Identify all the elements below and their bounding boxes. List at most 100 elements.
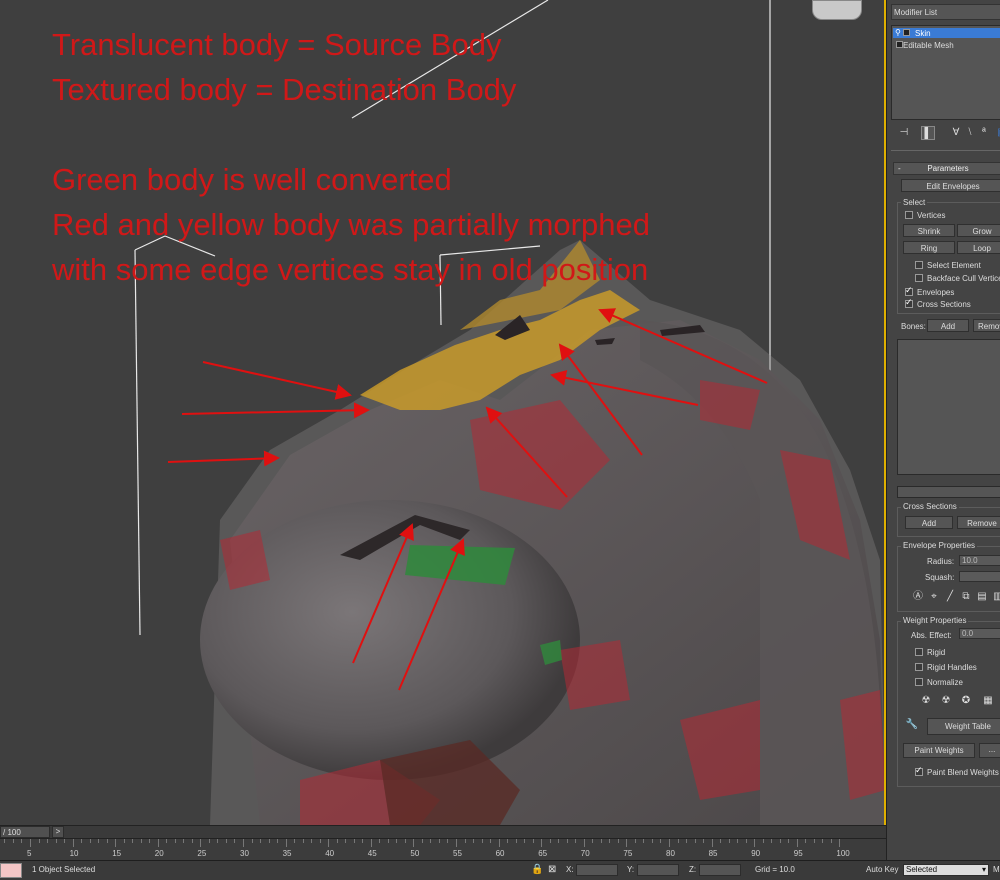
loop-button[interactable]: Loop	[957, 241, 1000, 254]
parameters-rollout[interactable]: - Parameters	[893, 162, 1000, 175]
paste-all-icon[interactable]: ▥	[991, 590, 1000, 604]
track-bar-tick-label: 30	[240, 849, 249, 858]
bake-weights-icon[interactable]: ▦	[981, 694, 995, 708]
vertices-label: Vertices	[917, 211, 946, 220]
select-excluded-icon[interactable]: ✪	[959, 694, 973, 708]
track-bar-minor-tick	[592, 839, 594, 843]
track-bar-minor-tick	[149, 839, 151, 843]
pin-stack-icon[interactable]: ⊣	[897, 126, 911, 140]
track-bar-minor-tick	[720, 839, 722, 843]
track-bar-minor-tick	[140, 839, 142, 843]
track-bar-minor-tick	[64, 839, 66, 843]
select-group-label: Select	[901, 198, 928, 207]
shrink-button[interactable]: Shrink	[903, 224, 955, 237]
falloff-icon[interactable]: ╱	[943, 590, 957, 604]
track-bar-tick-label: 80	[666, 849, 675, 858]
modifier-list-dropdown[interactable]: Modifier List	[891, 4, 1000, 20]
bone-name-field[interactable]	[897, 486, 1000, 498]
normalize-checkbox[interactable]	[915, 678, 923, 686]
grow-button[interactable]: Grow	[957, 224, 1000, 237]
paint-blend-weights-checkbox[interactable]	[915, 765, 923, 776]
time-slider-thumb[interactable]: / 100	[0, 826, 50, 838]
maxscript-listener-mini[interactable]	[0, 863, 22, 878]
track-bar-minor-tick	[336, 839, 338, 843]
track-bar[interactable]: 5 10 15 20 25 30 35 40 45 50 55 60 65 70 75 80 85 90 95 100	[0, 838, 886, 861]
bones-list[interactable]	[897, 339, 1000, 475]
track-bar-tick-label: 95	[793, 849, 803, 858]
configure-icon[interactable]: ▣	[995, 126, 1000, 140]
envelope-visible-icon[interactable]: ⌖	[927, 590, 941, 604]
relative-toggle-icon[interactable]: Ⓐ	[911, 590, 925, 604]
track-bar-minor-tick	[566, 839, 568, 843]
perspective-viewport[interactable]: Translucent body = Source Body Textured …	[0, 0, 886, 825]
bones-add-button[interactable]: Add	[927, 319, 969, 332]
track-bar-minor-tick	[277, 839, 279, 843]
cs-add-button[interactable]: Add	[905, 516, 953, 529]
track-bar-minor-tick	[311, 839, 313, 843]
select-element-checkbox[interactable]	[915, 261, 923, 269]
make-unique-icon[interactable]: ∀	[949, 126, 963, 140]
paint-options-button[interactable]: ...	[979, 743, 1000, 758]
exclude-verts-icon[interactable]: ☢	[919, 694, 933, 708]
show-end-result-icon[interactable]: ▌	[921, 126, 935, 140]
key-mode-dropdown[interactable]: Selected ▾	[903, 864, 989, 876]
track-bar-minor-tick	[762, 839, 764, 843]
radius-spinner[interactable]: 10.0	[959, 555, 1000, 566]
rigid-handles-checkbox[interactable]	[915, 663, 923, 671]
include-verts-icon[interactable]: ☢	[939, 694, 953, 708]
track-bar-tick	[839, 839, 841, 847]
absolute-mode-icon[interactable]: ⊠	[548, 864, 556, 875]
track-bar-tick	[30, 839, 31, 847]
track-bar-tick-label: 35	[282, 849, 292, 858]
time-slider[interactable]: / 100 >	[0, 825, 886, 839]
edit-envelopes-button[interactable]: Edit Envelopes	[901, 179, 1000, 192]
chevron-down-icon: ▾	[981, 865, 986, 874]
track-bar-minor-tick	[728, 839, 730, 843]
envelopes-checkbox[interactable]	[905, 285, 913, 296]
stack-item-editable-mesh[interactable]: Editable Mesh	[893, 40, 1000, 50]
bulb-icon[interactable]: ⚲	[895, 28, 901, 37]
divider	[891, 150, 1000, 151]
viewcube-icon[interactable]	[812, 0, 862, 20]
paste-icon[interactable]: ▤	[975, 590, 989, 604]
track-bar-minor-tick	[421, 839, 423, 843]
stack-item-skin[interactable]: ⚲ Skin	[893, 28, 1000, 38]
track-bar-tick	[456, 839, 457, 847]
remove-modifier-icon[interactable]: ⧵	[963, 126, 977, 140]
auto-key-button[interactable]: Auto Key	[866, 865, 898, 874]
y-coordinate-field[interactable]	[637, 864, 679, 876]
cross-sections-checkbox[interactable]	[905, 297, 913, 308]
track-bar-minor-tick	[805, 839, 807, 843]
track-bar-minor-tick	[362, 839, 364, 843]
backface-cull-checkbox[interactable]	[915, 274, 923, 282]
rigid-checkbox[interactable]	[915, 648, 923, 656]
track-bar-tick	[541, 839, 543, 847]
bones-remove-button[interactable]: Remov	[973, 319, 1000, 332]
set-key-button[interactable]: M	[993, 865, 1000, 874]
ring-button[interactable]: Ring	[903, 241, 955, 254]
squash-spinner[interactable]	[959, 571, 1000, 582]
next-frame-button[interactable]: >	[52, 826, 64, 838]
weight-table-button[interactable]: Weight Table	[927, 718, 1000, 735]
track-bar-tick-label: 85	[708, 849, 718, 858]
cross-sections-label: Cross Sections	[917, 300, 971, 309]
configure-sets-icon[interactable]: ª	[977, 126, 991, 140]
abs-effect-spinner[interactable]: 0.0	[959, 628, 1000, 639]
track-bar-minor-tick	[745, 839, 747, 843]
normalize-label: Normalize	[927, 678, 964, 687]
copy-icon[interactable]: ⧉	[959, 590, 973, 604]
expand-icon[interactable]	[896, 41, 903, 48]
expand-icon[interactable]	[903, 29, 910, 36]
rigid-label: Rigid	[927, 648, 946, 657]
backface-cull-label: Backface Cull Vertice	[927, 274, 1000, 283]
wrench-icon[interactable]: 🔧	[905, 718, 919, 732]
lock-icon[interactable]: 🔒	[531, 864, 543, 875]
cs-remove-button[interactable]: Remove	[957, 516, 1000, 529]
z-coordinate-field[interactable]	[699, 864, 741, 876]
annotation-line-1: Translucent body = Source Body	[52, 27, 502, 62]
vertices-checkbox[interactable]	[905, 211, 913, 219]
annotation-line-6: with some edge vertices stay in old posi…	[52, 252, 649, 287]
paint-weights-button[interactable]: Paint Weights	[903, 743, 975, 758]
x-coordinate-field[interactable]	[576, 864, 618, 876]
track-bar-tick-label: 100	[836, 849, 850, 858]
